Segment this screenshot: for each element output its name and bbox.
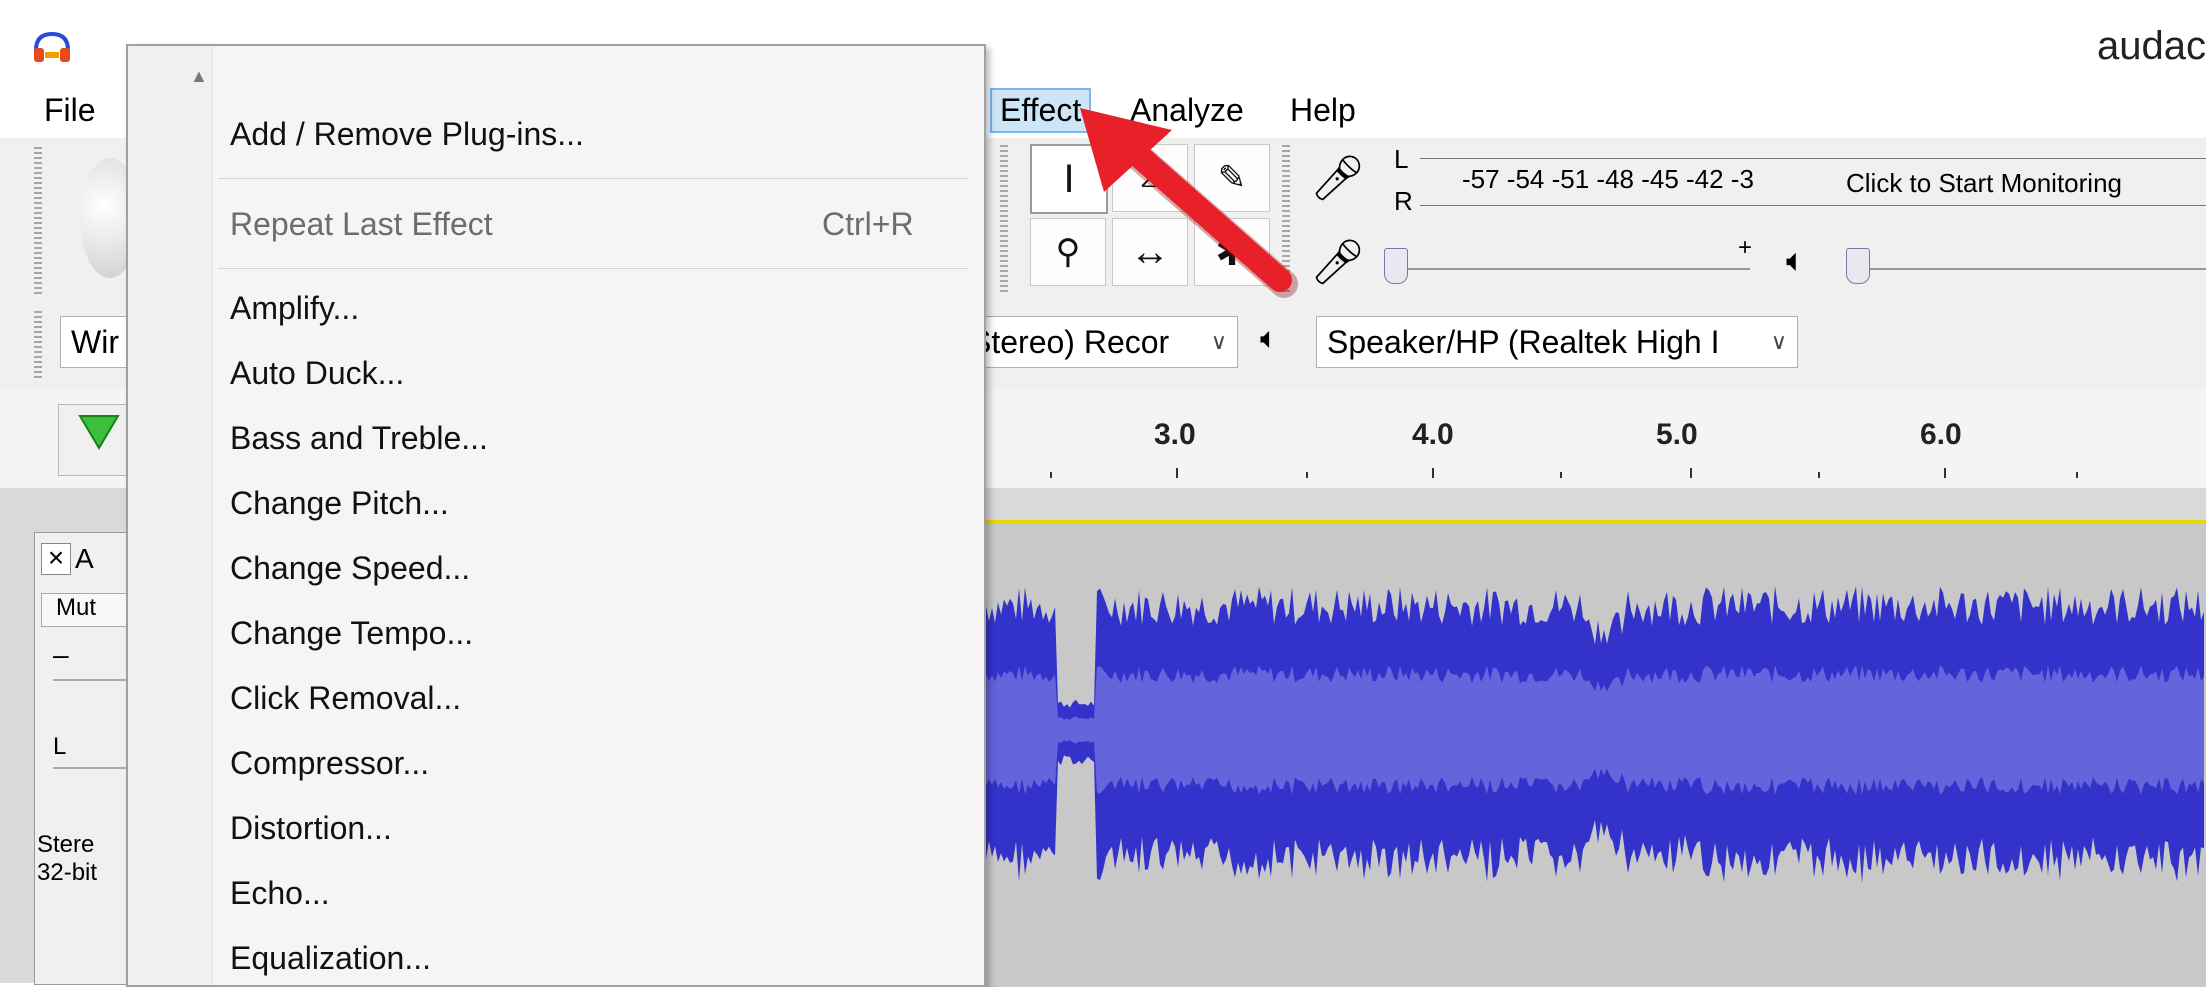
menu-item-change-tempo[interactable]: Change Tempo...	[230, 615, 473, 652]
menu-item-repeat-last-effect[interactable]: Repeat Last Effect	[230, 206, 493, 243]
track-format-line2: 32-bit	[37, 859, 98, 886]
ruler-tick	[1176, 468, 1178, 478]
ruler-tick	[1690, 468, 1692, 478]
playback-device-value: Speaker/HP (Realtek High I	[1327, 323, 1720, 360]
meter-right-label: R	[1394, 186, 1413, 216]
playback-device-select[interactable]: Speaker/HP (Realtek High I ∨	[1316, 316, 1798, 368]
gain-minus-label: –	[53, 639, 69, 670]
mute-button[interactable]: Mut	[41, 593, 131, 627]
chevron-down-icon: ∨	[1210, 329, 1227, 354]
scroll-up-arrow-icon[interactable]: ▲	[190, 66, 208, 87]
ruler-minor-tick	[2076, 472, 2078, 478]
speaker-icon: 🔈︎	[1260, 322, 1278, 355]
playback-volume-thumb[interactable]	[1846, 248, 1870, 284]
record-meter-mic-icon[interactable]: 🎤︎	[1310, 152, 1366, 204]
ruler-minor-tick	[1306, 472, 1308, 478]
window-title: audac	[2097, 24, 2206, 68]
menu-item-echo[interactable]: Echo...	[230, 875, 330, 912]
menu-file[interactable]: File	[34, 90, 106, 131]
meter-scale-ticks: -57 -54 -51 -48 -45 -42 -3	[1462, 164, 1754, 194]
track-control-panel: × A Mut – L Stere 32-bit	[34, 532, 136, 985]
ruler-label: 6.0	[1920, 418, 1962, 451]
gain-slider[interactable]	[53, 679, 133, 681]
tools-grip[interactable]	[1000, 142, 1008, 292]
play-triangle-icon[interactable]	[76, 412, 122, 452]
menu-item-bass-and-treble[interactable]: Bass and Treble...	[230, 420, 488, 457]
audio-waveform[interactable]	[986, 530, 2206, 983]
effect-menu-dropdown: ▲ Add / Remove Plug-ins... Repeat Last E…	[126, 44, 986, 987]
menu-item-equalization[interactable]: Equalization...	[230, 940, 431, 977]
ruler-label: 5.0	[1656, 418, 1698, 451]
mic-volume-icon: 🎤︎	[1310, 238, 1366, 287]
menu-item-change-pitch[interactable]: Change Pitch...	[230, 485, 449, 522]
ruler-label: 4.0	[1412, 418, 1454, 451]
recording-volume-track[interactable]	[1390, 268, 1750, 270]
menu-item-compressor[interactable]: Compressor...	[230, 745, 429, 782]
menu-separator	[218, 178, 968, 179]
volume-plus-label: +	[1738, 234, 1753, 261]
recording-volume-thumb[interactable]	[1384, 248, 1408, 284]
recording-device-select[interactable]: Stereo) Recor ∨	[960, 316, 1238, 368]
ruler-tick	[1944, 468, 1946, 478]
repeat-shortcut-label: Ctrl+R	[822, 206, 914, 242]
audio-host-value: Wir	[71, 323, 119, 360]
track-format-line1: Stere	[37, 831, 95, 858]
menu-item-auto-duck[interactable]: Auto Duck...	[230, 355, 404, 392]
menu-item-amplify[interactable]: Amplify...	[230, 290, 359, 327]
red-pointer-arrow-icon	[1080, 108, 1298, 298]
ruler-minor-tick	[1050, 472, 1052, 478]
start-monitoring-label[interactable]: Click to Start Monitoring	[1846, 168, 2122, 199]
menu-icon-gutter	[128, 46, 213, 985]
ruler-label: 3.0	[1154, 418, 1196, 451]
menu-separator	[218, 268, 968, 269]
pan-left-label: L	[53, 733, 67, 760]
playback-volume-track[interactable]	[1850, 268, 2206, 270]
menu-item-click-removal[interactable]: Click Removal...	[230, 680, 461, 717]
pan-slider[interactable]	[53, 767, 133, 769]
ruler-minor-tick	[1818, 472, 1820, 478]
recording-device-value: Stereo) Recor	[970, 323, 1170, 360]
menu-item-distortion[interactable]: Distortion...	[230, 810, 392, 847]
device-toolbar-grip[interactable]	[34, 308, 42, 380]
track-name-menu[interactable]: A	[75, 543, 94, 575]
audacity-logo-icon	[34, 31, 70, 62]
menu-item-change-speed[interactable]: Change Speed...	[230, 550, 470, 587]
track-close-button[interactable]: ×	[41, 543, 71, 575]
meter-left-label: L	[1394, 144, 1409, 174]
toolbar-grip[interactable]	[34, 144, 42, 294]
ruler-tick	[1432, 468, 1434, 478]
chevron-down-icon: ∨	[1770, 329, 1787, 354]
menu-item-add-remove-plugins[interactable]: Add / Remove Plug-ins...	[230, 116, 584, 153]
speaker-volume-icon: 🔈︎	[1786, 242, 1806, 278]
ruler-minor-tick	[1560, 472, 1562, 478]
